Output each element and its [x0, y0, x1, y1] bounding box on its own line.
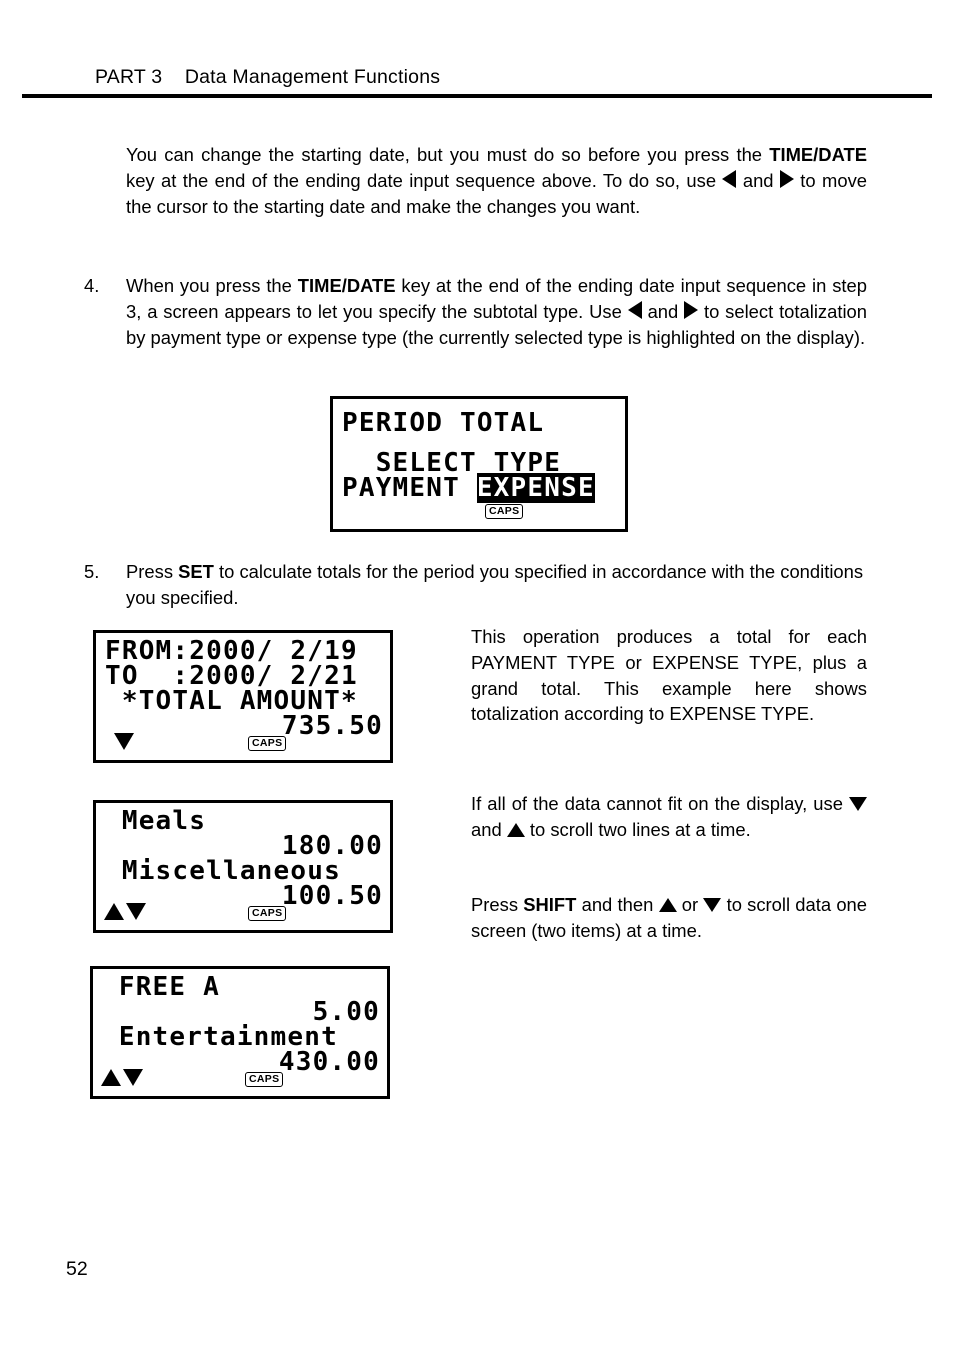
time-date-key-label-2: TIME/DATE: [297, 275, 396, 296]
arrow-up-icon: [658, 898, 677, 912]
page-header: PART 3 Data Management Functions: [95, 66, 440, 89]
arrow-down-icon: [703, 898, 722, 912]
caps-indicator: CAPS: [485, 504, 524, 519]
shift-key-label: SHIFT: [523, 894, 577, 915]
note-operation-produces-total: This operation produces a total for each…: [471, 626, 867, 725]
scroll-indicator-up-down: [101, 1069, 143, 1086]
set-key-label: SET: [178, 561, 214, 582]
intro-paragraph: You can change the starting date, but yo…: [126, 142, 867, 219]
lcd-screen-total-amount: FROM:2000/ 2/19 TO :2000/ 2/21 *TOTAL AM…: [93, 630, 393, 763]
arrow-right-icon: [684, 300, 699, 319]
page-number: 52: [66, 1258, 88, 1280]
lcd-line-type-options: PAYMENT EXPENSE: [333, 473, 625, 503]
lcd-line-title: PERIOD TOTAL: [342, 408, 545, 438]
lcd-option-payment[interactable]: PAYMENT: [342, 473, 477, 503]
arrow-down-icon: [126, 903, 146, 920]
step5-text-1: Press: [126, 561, 179, 582]
note2-text-1: If all of the data cannot fit on the dis…: [471, 793, 849, 814]
note3-text-3: or: [676, 894, 704, 915]
arrow-left-icon: [722, 169, 737, 188]
note2-text-3: to scroll two lines at a time.: [524, 818, 751, 840]
intro-text-3: and: [736, 169, 780, 191]
header-divider: [22, 94, 932, 98]
step4-text-1: When you press the: [126, 275, 298, 296]
header-part: PART 3: [95, 66, 163, 88]
lcd-line-total-amount-value: 735.50: [281, 711, 383, 741]
lcd-option-expense-selected[interactable]: EXPENSE: [476, 473, 595, 503]
step5-text-2: to calculate totals for the period you s…: [126, 561, 864, 608]
caps-indicator: CAPS: [248, 736, 287, 751]
arrow-up-icon: [104, 903, 124, 920]
arrow-down-icon: [123, 1069, 143, 1086]
intro-text-2: key at the end of the ending date input …: [126, 169, 723, 191]
note-scroll-two-lines: If all of the data cannot fit on the dis…: [471, 791, 867, 843]
step-5-body: Press SET to calculate totals for the pe…: [126, 559, 867, 611]
note3-text-2: and then: [576, 894, 659, 915]
arrow-up-icon: [506, 822, 525, 837]
lcd-screen-free-a: FREE A 5.00 Entertainment 430.00 CAPS: [90, 966, 390, 1099]
note-shift-scroll-screen: Press SHIFT and then or to scroll data o…: [471, 892, 867, 944]
arrow-left-icon: [627, 300, 642, 319]
arrow-down-icon: [849, 797, 867, 811]
step4-text-3: and: [641, 300, 685, 322]
header-title: Data Management Functions: [184, 66, 441, 88]
step-4-body: When you press the TIME/DATE key at the …: [126, 273, 867, 350]
caps-indicator: CAPS: [248, 906, 287, 921]
caps-indicator: CAPS: [245, 1072, 284, 1087]
step-4-number: 4.: [84, 275, 100, 296]
step-5-number: 5.: [84, 561, 100, 582]
time-date-key-label-1: TIME/DATE: [769, 144, 867, 165]
scroll-indicator-down: [114, 733, 134, 750]
arrow-down-icon: [114, 733, 134, 750]
note2-text-2: and: [471, 818, 507, 840]
arrow-right-icon: [779, 169, 794, 188]
arrow-up-icon: [101, 1069, 121, 1086]
scroll-indicator-up-down: [104, 903, 146, 920]
intro-text-1: You can change the starting date, but yo…: [126, 144, 770, 165]
lcd-screen-period-total: PERIOD TOTAL SELECT TYPE PAYMENT EXPENSE…: [330, 396, 628, 532]
note3-text-1: Press: [471, 894, 524, 915]
lcd-screen-meals: Meals 180.00 Miscellaneous 100.50 CAPS: [93, 800, 393, 933]
